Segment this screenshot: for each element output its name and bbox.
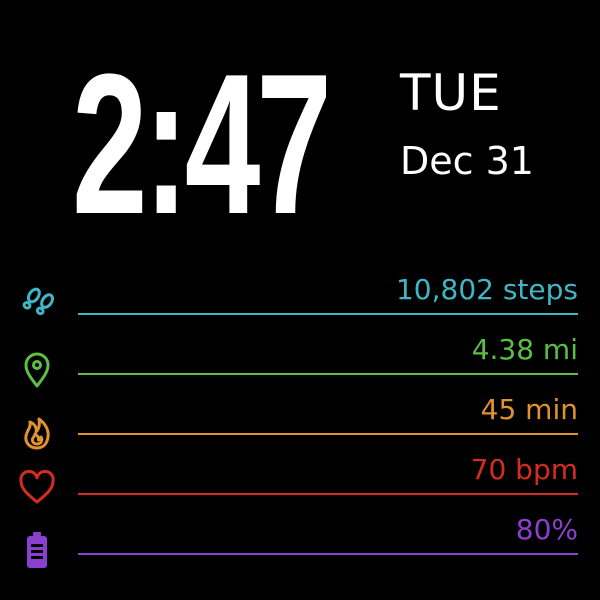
stat-row-steps: 10,802 steps [0,264,600,324]
active-minutes-value: 45 min [480,393,578,426]
battery-value: 80% [515,513,578,546]
stat-row-battery: 80% [0,504,600,568]
watch-face: 2:47 TUE Dec 31 10,802 steps 4.38 mi 45 … [0,0,600,600]
distance-value: 4.38 mi [471,333,578,366]
footprints-icon [16,284,58,326]
clock-date: Dec 31 [400,139,534,183]
clock-day: TUE [400,64,502,122]
heart-rate-divider [78,493,578,495]
stat-row-active-minutes: 45 min [0,384,600,450]
battery-icon [16,530,58,572]
distance-divider [78,373,578,375]
stat-row-heart-rate: 70 bpm [0,444,600,504]
steps-divider [78,313,578,315]
stat-row-distance: 4.38 mi [0,324,600,388]
clock-time: 2:47 [72,33,332,256]
steps-value: 10,802 steps [395,273,578,306]
battery-divider [78,553,578,555]
heart-icon [16,466,58,508]
active-minutes-divider [78,433,578,435]
heart-rate-value: 70 bpm [470,453,578,486]
